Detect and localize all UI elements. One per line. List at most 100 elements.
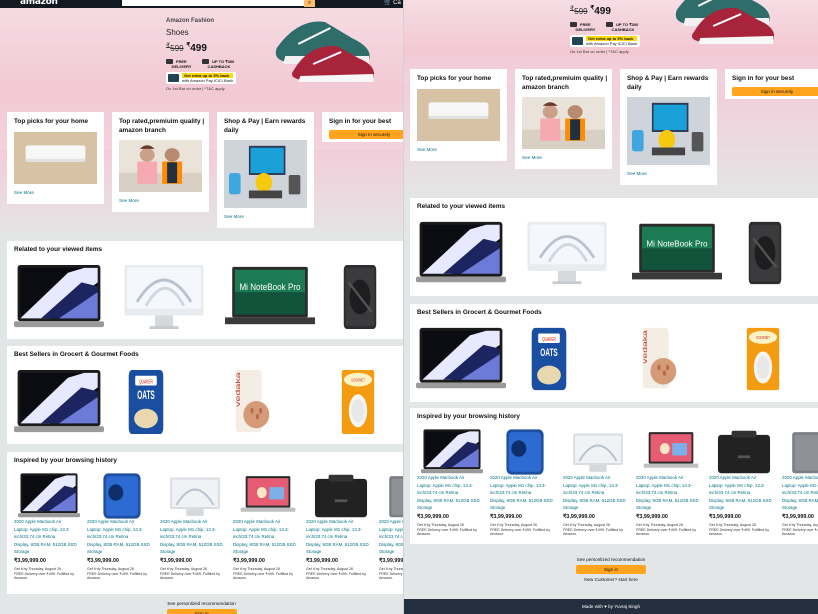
delivery-line: Amazon. (160, 576, 175, 581)
related-item-3 (331, 263, 389, 331)
card-0: Top picks for your home See More (410, 69, 507, 161)
new-customer-link[interactable]: New Customer? start here (404, 577, 818, 582)
inspired-product-image-3 (237, 472, 299, 520)
product-title-link[interactable]: 2020 Apple Macbook Air Laptop: Apple M1 c… (306, 518, 369, 556)
product-title-link[interactable]: 2020 Apple Macbook Air Laptop: Apple M1 c… (782, 474, 818, 512)
page-left-view: amazon ⌕ 🛒 Ca Amazon Fashion Shoes ₹599 ₹499 F… (0, 0, 403, 614)
section-title: Related to your viewed items (14, 246, 103, 253)
product-title-link[interactable]: 2020 Apple Macbook Air Laptop: Apple M1 c… (563, 474, 626, 512)
card-title: Shop & Pay | Earn rewards daily (224, 118, 306, 134)
see-more-link[interactable]: See More (522, 155, 542, 160)
product-title-line: 2020 Apple Macbook Air (306, 519, 354, 524)
product-delivery: Get it by Thursday, August 26FREE Delive… (379, 567, 403, 581)
product-title-line: 2020 Apple Macbook Air (160, 519, 208, 524)
product-price: ₹3,99,999.00 (14, 558, 46, 564)
see-more-link[interactable]: See More (119, 198, 139, 203)
product-price: ₹3,99,999.00 (782, 514, 814, 520)
delivery-line: Get it by Thursday, August 26 (379, 567, 403, 571)
icici-offer-banner[interactable]: Get extra up to 5% back with Amazon Pay I… (570, 35, 641, 47)
product-price: ₹3,99,999.00 (490, 514, 522, 520)
product-title-line: Display, 8GB RAM, 512GB SSD (782, 497, 818, 503)
product-title-link[interactable]: 2020 Apple Macbook Air Laptop: Apple M1 c… (417, 474, 480, 512)
inspired-product-image-5 (786, 428, 818, 476)
related-item-2: Mi NoteBook Pro (225, 263, 315, 331)
bestseller-item-0 (14, 368, 104, 436)
percent-icon (202, 59, 209, 65)
product-title-line: inch/33.74 cm Retina (782, 490, 818, 496)
delivery-line: Amazon. (379, 576, 394, 581)
product-title-link[interactable]: 2020 Apple Macbook Air Laptop: Apple M1 c… (160, 518, 223, 556)
offer-note: On 1st Bar on order | *T&C apply (570, 49, 629, 54)
cart-link[interactable]: 🛒 Ca (384, 0, 401, 6)
cart-label: Ca (393, 0, 401, 6)
product-title-link[interactable]: 2020 Apple Macbook Air Laptop: Apple M1 c… (490, 474, 553, 512)
card-title: Sign in for your best (732, 75, 795, 82)
recommendation-text: See personlized recommendation (576, 557, 646, 562)
card-image (119, 140, 202, 192)
inspired-product-image-5 (383, 472, 403, 520)
product-price: ₹3,99,999.00 (306, 558, 338, 564)
card-3: Sign in for your best Sign in securely (725, 69, 818, 99)
product-title-line: inch/33.74 cm Retina (709, 490, 751, 496)
product-title-line: Storage (160, 549, 176, 555)
product-title-line: Storage (490, 505, 506, 511)
search-icon[interactable]: ⌕ (304, 0, 315, 7)
product-title-link[interactable]: 2020 Apple Macbook Air Laptop: Apple M1 c… (233, 518, 296, 556)
amazon-logo[interactable]: amazon (20, 0, 58, 7)
product-price: ₹3,99,999.00 (563, 514, 595, 520)
footer-sign-in-button[interactable]: Sign in (576, 565, 646, 574)
truck-icon (166, 59, 173, 65)
sign-in-securely-button[interactable]: Sign in securely (329, 130, 403, 139)
product-delivery: Get it by Thursday, August 26FREE Delive… (87, 567, 147, 581)
product-title-line: Laptop: Apple M1 chip, 13.3- (233, 526, 289, 532)
product-title-line: 2020 Apple Macbook Air (233, 519, 281, 524)
icici-offer-banner[interactable]: Get extra up to 5% back with Amazon Pay I… (166, 72, 237, 84)
product-title-line: Laptop: Apple M1 chip, 13.3- (636, 482, 692, 488)
product-title-line: 2020 Apple Macbook Air (417, 475, 465, 480)
product-title-line: Display, 8GB RAM, 512GB SSD (636, 497, 699, 503)
see-more-link[interactable]: See More (14, 190, 34, 195)
section-title: Inspired by your browsing history (14, 457, 117, 464)
percent-icon (606, 22, 613, 28)
product-title-link[interactable]: 2020 Apple Macbook Air Laptop: Apple M1 c… (14, 518, 77, 556)
card-2: Shop & Pay | Earn rewards daily See More (217, 112, 314, 228)
delivery-line: Amazon. (490, 532, 505, 537)
see-more-link[interactable]: See More (627, 171, 647, 176)
section-title: Best Sellers in Grocert & Gourmet Foods (14, 351, 139, 358)
delivery-line: Amazon. (417, 532, 432, 537)
see-more-link[interactable]: See More (224, 214, 244, 219)
product-title-link[interactable]: 2020 Apple Macbook Air Laptop: Apple M1 c… (709, 474, 772, 512)
product-delivery: Get it by Thursday, August 26FREE Delive… (709, 523, 769, 537)
related-section: Related to your viewed items Mi NoteBook … (7, 241, 403, 339)
product-title-line: Laptop: Apple M1 chip, 13.3- (709, 482, 765, 488)
delivery-line: Amazon. (563, 532, 578, 537)
sign-in-securely-button[interactable]: Sign in securely (732, 87, 818, 96)
footer-sign-in-button[interactable]: Sign in (166, 609, 237, 614)
product-title-link[interactable]: 2020 Apple Macbook Air Laptop: Apple M1 c… (636, 474, 699, 512)
bestseller-item-2: vedaka (632, 326, 686, 392)
product-title-line: Storage (87, 549, 103, 555)
product-title-line: inch/33.74 cm Retina (417, 490, 459, 496)
svg-text:GOURMET: GOURMET (756, 336, 770, 341)
hero-price: ₹599 ₹499 (570, 5, 611, 17)
product-title-line: Display, 8GB RAM, 512GB SSD (306, 541, 369, 547)
svg-text:QUAKER: QUAKER (139, 379, 153, 385)
bestseller-item-1: QUAKER OATS (119, 368, 173, 436)
cashback-perk: UP TO ₹300 CASHBACK (606, 22, 639, 33)
card-3: Sign in for your best Sign in securely (322, 112, 403, 142)
search-input[interactable] (122, 0, 304, 6)
free-delivery-perk: FREE DELIVERY (166, 59, 192, 70)
product-title-link[interactable]: 2020 Apple Macbook Air Laptop: Apple M1 c… (379, 518, 403, 556)
product-title-line: inch/33.74 cm Retina (14, 534, 56, 540)
product-title-line: inch/33.74 cm Retina (563, 490, 605, 496)
product-title-line: 2020 Apple Macbook Air (14, 519, 62, 524)
offer-note: On 1st Bar on order | *T&C apply (166, 86, 225, 91)
product-title-link[interactable]: 2020 Apple Macbook Air Laptop: Apple M1 c… (87, 518, 150, 556)
see-more-link[interactable]: See More (417, 147, 437, 152)
inspired-section: Inspired by your browsing history 2020 Ap… (410, 408, 818, 544)
delivery-line: Amazon. (306, 576, 321, 581)
product-title-line: Laptop: Apple M1 chip, 13.3- (14, 526, 70, 532)
section-title: Related to your viewed items (417, 203, 506, 210)
svg-text:Mi NoteBook Pro: Mi NoteBook Pro (239, 282, 300, 292)
inspired-product-image-1 (91, 472, 153, 520)
